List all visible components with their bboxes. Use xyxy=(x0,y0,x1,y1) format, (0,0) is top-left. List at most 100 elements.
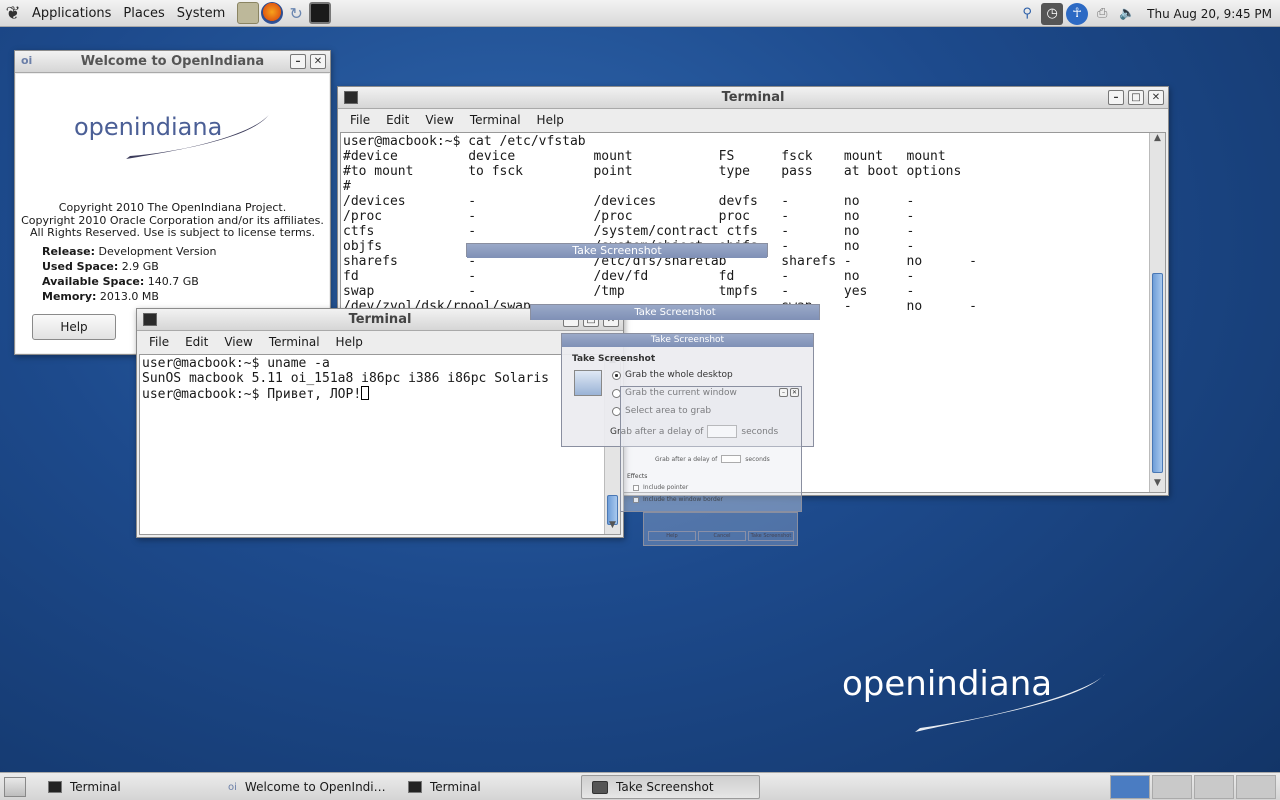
menu-help[interactable]: Help xyxy=(529,113,572,127)
scrollbar[interactable]: ▲ ▼ xyxy=(1149,133,1165,492)
scroll-down-arrow[interactable]: ▼ xyxy=(1150,478,1165,492)
screenshot-icon xyxy=(574,370,602,396)
scroll-thumb[interactable] xyxy=(1152,273,1163,473)
workspace-2[interactable] xyxy=(1152,775,1192,799)
close-button: ✕ xyxy=(790,388,799,397)
ghost-help-button: Help xyxy=(648,531,696,541)
taskbar-item-terminal[interactable]: Terminal xyxy=(38,775,208,799)
scroll-down-arrow[interactable]: ▼ xyxy=(605,520,620,534)
titlebar[interactable]: oi Welcome to OpenIndiana – ✕ xyxy=(15,51,330,73)
minimize-button: – xyxy=(779,388,788,397)
copyright-line: Copyright 2010 The OpenIndiana Project. xyxy=(58,201,287,214)
system-info: Release: Development Version Used Space:… xyxy=(42,244,217,304)
gnome-foot-icon[interactable]: ❦ xyxy=(0,0,26,27)
menubar: File Edit View Terminal Help xyxy=(137,331,623,353)
volume-icon[interactable]: 🔈 xyxy=(1116,3,1138,25)
screenshot-ghost-tiny: Help Cancel Take Screenshot xyxy=(643,512,798,546)
clock[interactable]: Thu Aug 20, 9:45 PM xyxy=(1147,7,1272,21)
terminal-window-uname[interactable]: Terminal – □ ✕ File Edit View Terminal H… xyxy=(136,308,624,538)
screenshot-ghost-large: Take Screenshot xyxy=(466,243,768,258)
taskbar-item-take-screenshot[interactable]: Take Screenshot xyxy=(581,775,760,799)
clock-icon[interactable]: ◷ xyxy=(1041,2,1064,25)
update-icon[interactable]: ↻ xyxy=(285,2,307,24)
menu-terminal[interactable]: Terminal xyxy=(462,113,529,127)
screenshot-ghost-small: – ✕ Grab after a delay of seconds Effect… xyxy=(620,386,802,512)
menu-file[interactable]: File xyxy=(141,335,177,349)
terminal-line: #to mount to fsck point type pass at boo… xyxy=(343,164,962,179)
terminal-icon xyxy=(344,91,358,104)
menu-edit[interactable]: Edit xyxy=(177,335,216,349)
menubar: File Edit View Terminal Help xyxy=(338,109,1168,131)
radio-selected[interactable] xyxy=(612,370,621,380)
firefox-icon[interactable] xyxy=(261,2,284,24)
checkbox xyxy=(633,496,639,503)
menu-help[interactable]: Help xyxy=(328,335,371,349)
terminal-line: /proc - /proc proc - no - xyxy=(343,209,915,224)
terminal-icon xyxy=(48,781,62,793)
openindiana-logo: openindiana xyxy=(74,109,274,164)
terminal-line: SunOS macbook 5.11 oi_151a8 i86pc i386 i… xyxy=(142,371,549,386)
top-panel: ❦ Applications Places System ↻ ⚲ ◷ ☥ ⎙ 🔈… xyxy=(0,0,1280,27)
terminal-line: /devices - /devices devfs - no - xyxy=(343,194,915,209)
taskbar-item-welcome[interactable]: oi Welcome to OpenIndi… xyxy=(218,775,398,799)
window-title: Terminal xyxy=(348,312,412,327)
search-icon[interactable]: ⚲ xyxy=(1016,3,1038,25)
checkbox xyxy=(633,484,639,491)
copyright-block: Copyright 2010 The OpenIndiana Project. … xyxy=(16,200,329,239)
text-cursor xyxy=(361,386,370,400)
release-row: Release: Development Version xyxy=(42,245,217,258)
system-tray: ⚲ ◷ ☥ ⎙ 🔈 Thu Aug 20, 9:45 PM xyxy=(1016,0,1272,27)
system-menu[interactable]: System xyxy=(171,0,231,27)
screenshot-ghost-medium: Take Screenshot xyxy=(530,304,820,320)
home-folder-icon[interactable] xyxy=(237,2,260,24)
menu-terminal[interactable]: Terminal xyxy=(261,335,328,349)
memory-row: Memory: 2013.0 MB xyxy=(42,290,159,303)
terminal-line: #device device mount FS fsck mount mount xyxy=(343,149,946,164)
available-space-row: Available Space: 140.7 GB xyxy=(42,275,199,288)
terminal-line: ctfs - /system/contract ctfs - no - xyxy=(343,224,915,239)
workspace-1[interactable] xyxy=(1110,775,1150,799)
copyright-line: All Rights Reserved. Use is subject to l… xyxy=(29,226,315,239)
menu-file[interactable]: File xyxy=(342,113,378,127)
terminal-icon xyxy=(408,781,422,793)
terminal-icon xyxy=(143,313,157,326)
dialog-title: Take Screenshot xyxy=(562,334,813,347)
menu-edit[interactable]: Edit xyxy=(378,113,417,127)
printer-icon[interactable]: ⎙ xyxy=(1091,3,1113,25)
terminal-output[interactable]: user@macbook:~$ uname -a SunOS macbook 5… xyxy=(139,354,621,535)
terminal-line: fd - /dev/fd fd - no - xyxy=(343,269,915,284)
scroll-up-arrow[interactable]: ▲ xyxy=(1150,133,1165,147)
delay-spinner xyxy=(721,455,742,463)
close-button[interactable]: ✕ xyxy=(1148,90,1164,105)
effects-include-border: Include the window border xyxy=(633,496,723,503)
show-desktop-icon[interactable] xyxy=(4,777,26,797)
delay-row: Grab after a delay of seconds xyxy=(655,455,770,463)
terminal-line: # xyxy=(343,179,351,194)
help-button[interactable]: Help xyxy=(32,314,116,340)
minimize-button[interactable]: – xyxy=(1108,90,1124,105)
workspace-4[interactable] xyxy=(1236,775,1276,799)
maximize-button[interactable]: □ xyxy=(1128,90,1144,105)
workspace-3[interactable] xyxy=(1194,775,1234,799)
applications-menu[interactable]: Applications xyxy=(26,0,117,27)
places-menu[interactable]: Places xyxy=(117,0,170,27)
menu-view[interactable]: View xyxy=(216,335,260,349)
ghost-title: Take Screenshot xyxy=(467,244,767,258)
openindiana-icon: oi xyxy=(228,781,237,793)
minimize-button[interactable]: – xyxy=(290,54,306,69)
logo-text: openindiana xyxy=(74,113,223,141)
openindiana-icon: oi xyxy=(21,54,33,67)
bottom-panel: Terminal oi Welcome to OpenIndi… Termina… xyxy=(0,772,1280,800)
accessibility-icon[interactable]: ☥ xyxy=(1066,2,1089,25)
titlebar[interactable]: Terminal – □ ✕ xyxy=(338,87,1168,109)
menu-view[interactable]: View xyxy=(417,113,461,127)
terminal-line: user@macbook:~$ Привет, ЛОР! xyxy=(142,386,618,402)
taskbar-item-terminal-2[interactable]: Terminal xyxy=(398,775,568,799)
terminal-icon[interactable] xyxy=(309,2,332,24)
ghost-title: Take Screenshot xyxy=(531,305,819,320)
terminal-line: user@macbook:~$ cat /etc/vfstab xyxy=(343,134,586,149)
close-button[interactable]: ✕ xyxy=(310,54,326,69)
terminal-line: swap - /tmp tmpfs - yes - xyxy=(343,284,915,299)
option-whole-desktop[interactable]: Grab the whole desktop xyxy=(612,370,733,380)
desktop-logo: openindiana xyxy=(840,662,1120,742)
